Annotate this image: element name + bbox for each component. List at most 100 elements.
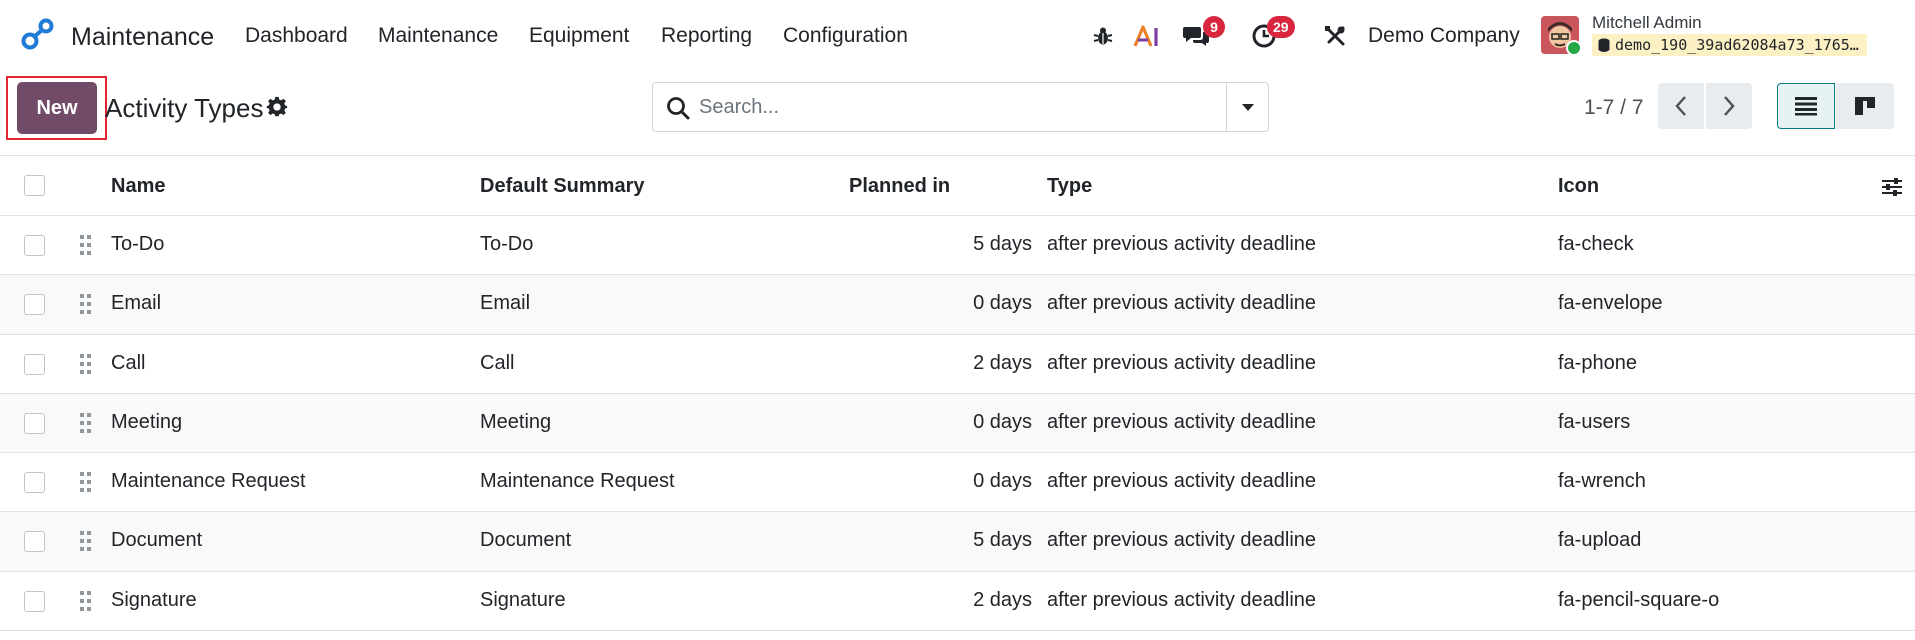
gear-icon[interactable] (266, 96, 288, 118)
menu-dashboard[interactable]: Dashboard (245, 24, 348, 48)
optional-columns-sliders-icon[interactable] (1881, 176, 1903, 198)
cell-default-summary: Document (480, 529, 572, 552)
column-header-icon[interactable]: Icon (1558, 175, 1599, 198)
list-body: To-Do To-Do 5 days after previous activi… (0, 216, 1915, 632)
menu-maintenance[interactable]: Maintenance (378, 24, 498, 48)
drag-handle-icon[interactable] (79, 293, 93, 315)
ai-icon[interactable] (1132, 21, 1162, 51)
cell-type: after previous activity deadline (1047, 529, 1317, 552)
main-navbar: Maintenance Dashboard Maintenance Equipm… (0, 0, 1915, 74)
pager-next-button[interactable] (1706, 83, 1752, 129)
row-checkbox[interactable] (24, 235, 45, 256)
table-row[interactable]: Email Email 0 days after previous activi… (0, 275, 1915, 335)
cell-name: Document (111, 529, 203, 552)
table-row[interactable]: To-Do To-Do 5 days after previous activi… (0, 216, 1915, 276)
cell-icon: fa-envelope (1558, 292, 1663, 315)
cell-default-summary: Meeting (480, 410, 552, 433)
cell-name: Maintenance Request (111, 470, 306, 493)
column-header-name[interactable]: Name (111, 175, 165, 198)
table-row[interactable]: Call Call 2 days after previous activity… (0, 334, 1915, 394)
cell-planned-in: 0 days (973, 410, 1032, 433)
cell-default-summary: Maintenance Request (480, 470, 675, 493)
cell-planned-in: 2 days (973, 588, 1032, 611)
cell-default-summary: Email (480, 292, 531, 315)
table-row[interactable]: Document Document 5 days after previous … (0, 512, 1915, 572)
drag-handle-icon[interactable] (79, 412, 93, 434)
caret-down-icon (1241, 103, 1254, 111)
messages-count-badge: 9 (1203, 16, 1225, 38)
cell-default-summary: Call (480, 351, 515, 374)
page-title: Activity Types (105, 93, 264, 123)
menu-reporting[interactable]: Reporting (661, 24, 752, 48)
column-header-planned-in[interactable]: Planned in (849, 175, 950, 198)
database-badge: demo_190_39ad62084a73_1765… (1592, 34, 1867, 56)
row-checkbox[interactable] (24, 353, 45, 375)
list-view-icon (1795, 97, 1817, 116)
drag-handle-icon[interactable] (79, 234, 93, 256)
table-row[interactable]: Maintenance Request Maintenance Request … (0, 453, 1915, 513)
pager-value[interactable]: 1-7 / 7 (1584, 96, 1644, 120)
row-checkbox[interactable] (24, 531, 45, 553)
cell-planned-in: 0 days (973, 470, 1032, 493)
app-logo[interactable] (20, 16, 56, 52)
control-panel: New Activity Types 1-7 / 7 (0, 74, 1915, 156)
row-checkbox[interactable] (24, 412, 45, 434)
cell-icon: fa-phone (1558, 351, 1637, 374)
kanban-view-button[interactable] (1836, 83, 1894, 129)
cell-default-summary: Signature (480, 588, 566, 611)
search-options-toggle[interactable] (1226, 83, 1268, 131)
new-button[interactable]: New (17, 82, 97, 134)
cell-planned-in: 5 days (973, 529, 1032, 552)
cell-type: after previous activity deadline (1047, 233, 1317, 255)
cell-name: To-Do (111, 233, 165, 255)
table-row[interactable]: Meeting Meeting 0 days after previous ac… (0, 393, 1915, 454)
cell-name: Meeting (111, 410, 183, 433)
drag-handle-icon[interactable] (79, 353, 93, 375)
search-bar (652, 82, 1269, 132)
drag-handle-icon[interactable] (79, 590, 93, 612)
company-switcher[interactable]: Demo Company (1368, 24, 1520, 48)
row-checkbox[interactable] (24, 590, 45, 612)
tools-wrench-icon[interactable] (1320, 21, 1350, 51)
column-header-default-summary[interactable]: Default Summary (480, 175, 645, 198)
search-icon (667, 97, 690, 120)
table-row[interactable]: Signature Signature 2 days after previou… (0, 571, 1915, 632)
list-view-button[interactable] (1777, 83, 1835, 129)
kanban-view-icon (1855, 97, 1875, 115)
select-all-checkbox[interactable] (24, 175, 45, 196)
cell-icon: fa-wrench (1558, 470, 1646, 493)
app-name[interactable]: Maintenance (71, 23, 214, 52)
cell-planned-in: 2 days (973, 351, 1032, 374)
column-header-type[interactable]: Type (1047, 175, 1092, 198)
cell-icon: fa-pencil-square-o (1558, 588, 1720, 611)
pager-previous-button[interactable] (1658, 83, 1704, 129)
drag-handle-icon[interactable] (79, 471, 93, 493)
user-name[interactable]: Mitchell Admin (1592, 13, 1702, 33)
chevron-left-icon (1675, 96, 1686, 116)
cell-type: after previous activity deadline (1047, 292, 1317, 315)
search-input[interactable] (699, 91, 1199, 123)
row-checkbox[interactable] (24, 294, 45, 316)
cell-type: after previous activity deadline (1047, 470, 1317, 493)
row-checkbox[interactable] (24, 472, 45, 494)
debug-bug-icon[interactable] (1088, 21, 1118, 51)
cell-planned-in: 0 days (973, 292, 1032, 315)
cell-icon: fa-users (1558, 410, 1631, 433)
database-name: demo_190_39ad62084a73_1765… (1615, 36, 1859, 54)
chevron-right-icon (1724, 96, 1735, 116)
menu-equipment[interactable]: Equipment (529, 24, 629, 48)
cell-type: after previous activity deadline (1047, 351, 1317, 374)
cell-type: after previous activity deadline (1047, 588, 1317, 611)
cell-default-summary: To-Do (480, 233, 534, 255)
activities-count-badge: 29 (1267, 16, 1295, 38)
cell-name: Signature (111, 588, 197, 611)
cell-name: Email (111, 292, 162, 315)
online-status-indicator (1566, 40, 1582, 56)
cell-name: Call (111, 351, 146, 374)
list-header: Name Default Summary Planned in Type Ico… (0, 156, 1915, 216)
cell-icon: fa-check (1558, 233, 1634, 255)
cell-type: after previous activity deadline (1047, 410, 1317, 433)
cell-icon: fa-upload (1558, 529, 1642, 552)
menu-configuration[interactable]: Configuration (783, 24, 908, 48)
drag-handle-icon[interactable] (79, 530, 93, 552)
